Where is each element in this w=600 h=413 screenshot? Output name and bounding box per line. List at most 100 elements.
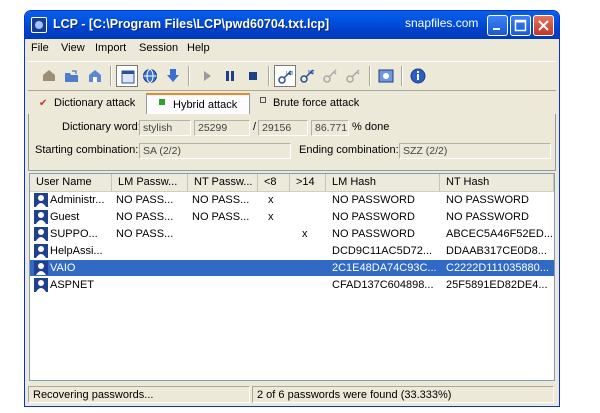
nt-hash-cell: C2222D111035880... xyxy=(446,262,549,274)
globe-button[interactable] xyxy=(139,65,161,87)
options-button[interactable] xyxy=(375,65,397,87)
user-name-cell: Administr... xyxy=(50,194,105,206)
menu-view[interactable]: View xyxy=(61,42,85,54)
percent-done-field: 86.771 xyxy=(311,120,349,136)
user-account-icon xyxy=(34,193,48,207)
percent-done-label: % done xyxy=(352,121,390,133)
col-user-name[interactable]: User Name xyxy=(30,174,112,191)
tab-label: Brute force attack xyxy=(273,97,360,109)
maximize-button[interactable] xyxy=(510,15,531,36)
tab-brute-force-attack[interactable]: Brute force attack xyxy=(252,93,372,114)
select-all-button[interactable] xyxy=(116,65,138,87)
lm-key-disabled-button[interactable] xyxy=(320,65,342,87)
checked-icon: ✔ xyxy=(39,98,48,109)
close-button[interactable] xyxy=(533,15,554,36)
lm-key-button[interactable]: LM xyxy=(274,65,296,87)
status-bar: Recovering passwords... 2 of 6 passwords… xyxy=(28,385,556,405)
lt8-cell: x xyxy=(268,211,274,223)
save-icon xyxy=(89,70,101,82)
nt-key-disabled-button[interactable] xyxy=(343,65,365,87)
lm-hash-cell: 2C1E48DA74C93C... xyxy=(332,262,437,274)
pause-icon xyxy=(226,71,234,81)
options-icon xyxy=(378,69,394,83)
lm-key-icon: LM xyxy=(278,70,293,84)
help-button[interactable] xyxy=(407,65,429,87)
tab-label: Dictionary attack xyxy=(54,97,136,109)
nt-hash-cell: DDAAB317CE0D8... xyxy=(446,245,547,257)
user-account-icon xyxy=(34,210,48,224)
toolbar: LM NT xyxy=(28,61,556,91)
stop-button[interactable] xyxy=(242,65,264,87)
nt-key-icon: NT xyxy=(300,69,315,83)
table-row[interactable]: HelpAssi... DCD9C11AC5D72... DDAAB317CE0D8… xyxy=(30,243,554,259)
ending-combination-field: SZZ (2/2) xyxy=(399,143,551,159)
lcp-window: LCP - [C:\Program Files\LCP\pwd60704.txt… xyxy=(24,10,560,407)
title-bar[interactable]: LCP - [C:\Program Files\LCP\pwd60704.txt… xyxy=(25,11,559,39)
watermark-text: snapfiles.com xyxy=(405,16,479,30)
select-all-icon xyxy=(121,70,135,84)
table-row[interactable]: VAIO 2C1E48DA74C93C... C2222D111035880... xyxy=(30,260,554,276)
col-lm-hash[interactable]: LM Hash xyxy=(326,174,440,191)
dictionary-word-field: stylish xyxy=(139,120,191,136)
total-words-field: 29156 xyxy=(258,120,308,136)
user-account-icon xyxy=(34,261,48,275)
active-dot-icon xyxy=(159,99,165,105)
open-button[interactable] xyxy=(61,65,83,87)
col-greater-than-14[interactable]: >14 xyxy=(290,174,326,191)
starting-combination-field: SA (2/2) xyxy=(139,143,291,159)
lm-pass-cell: NO PASS... xyxy=(116,228,174,240)
window-title: LCP - [C:\Program Files\LCP\pwd60704.txt… xyxy=(53,17,330,31)
import-button[interactable] xyxy=(38,65,60,87)
play-button[interactable] xyxy=(196,65,218,87)
dictionary-word-label: Dictionary word: xyxy=(62,121,141,133)
col-lm-password[interactable]: LM Passw... xyxy=(112,174,188,191)
ending-combination-label: Ending combination: xyxy=(299,144,399,156)
nt-pass-cell: NO PASS... xyxy=(192,194,250,206)
accounts-list[interactable]: User Name LM Passw... NT Passw... <8 >14… xyxy=(29,173,555,381)
col-nt-hash[interactable]: NT Hash xyxy=(440,174,554,191)
nt-key-button[interactable]: NT xyxy=(297,65,319,87)
menu-file[interactable]: File xyxy=(31,42,49,54)
help-icon xyxy=(410,68,426,84)
gt14-cell: x xyxy=(302,228,308,240)
user-name-cell: VAIO xyxy=(50,262,76,274)
stop-icon xyxy=(249,72,257,80)
menu-help[interactable]: Help xyxy=(187,42,210,54)
pause-button[interactable] xyxy=(219,65,241,87)
tab-label: Hybrid attack xyxy=(173,99,238,111)
nt-pass-cell: NO PASS... xyxy=(192,211,250,223)
table-row[interactable]: SUPPO... NO PASS... x NO PASSWORD ABCEC5A46F… xyxy=(30,226,554,242)
lm-hash-cell: NO PASSWORD xyxy=(332,228,415,240)
toolbar-separator xyxy=(369,66,371,86)
lm-hash-cell: DCD9C11AC5D72... xyxy=(332,245,433,257)
import-icon xyxy=(43,70,55,81)
lm-hash-cell: CFAD137C604898... xyxy=(332,279,434,291)
menu-import[interactable]: Import xyxy=(95,42,126,54)
tab-hybrid-attack[interactable]: Hybrid attack xyxy=(146,93,250,114)
lt8-cell: x xyxy=(268,194,274,206)
minimize-icon xyxy=(493,28,500,30)
download-button[interactable] xyxy=(162,65,184,87)
table-row[interactable]: Guest NO PASS... NO PASS... x NO PASSWORD NO … xyxy=(30,209,554,225)
col-nt-password[interactable]: NT Passw... xyxy=(188,174,258,191)
menu-session[interactable]: Session xyxy=(139,42,178,54)
toolbar-separator xyxy=(110,66,112,86)
attack-panel: Dictionary word: stylish 25299 / 29156 8… xyxy=(28,114,556,171)
status-message: Recovering passwords... xyxy=(28,386,250,403)
globe-icon xyxy=(143,69,157,83)
toolbar-separator xyxy=(401,66,403,86)
minimize-button[interactable] xyxy=(487,15,508,36)
svg-text:LM: LM xyxy=(286,71,293,77)
save-button[interactable] xyxy=(84,65,106,87)
app-icon[interactable] xyxy=(31,17,47,33)
user-name-cell: ASPNET xyxy=(50,279,95,291)
attack-tabs: ✔ Dictionary attack Hybrid attack Brute … xyxy=(28,93,556,115)
tab-dictionary-attack[interactable]: ✔ Dictionary attack xyxy=(32,93,148,114)
table-row[interactable]: ASPNET CFAD137C604898... 25F5891ED82DE4... xyxy=(30,277,554,293)
menu-bar: File View Import Session Help xyxy=(25,39,559,58)
nt-hash-cell: NO PASSWORD xyxy=(446,194,529,206)
user-name-cell: SUPPO... xyxy=(50,228,98,240)
col-less-than-8[interactable]: <8 xyxy=(258,174,290,191)
toolbar-separator xyxy=(188,66,190,86)
table-row[interactable]: Administr... NO PASS... NO PASS... x NO PASS… xyxy=(30,192,554,208)
